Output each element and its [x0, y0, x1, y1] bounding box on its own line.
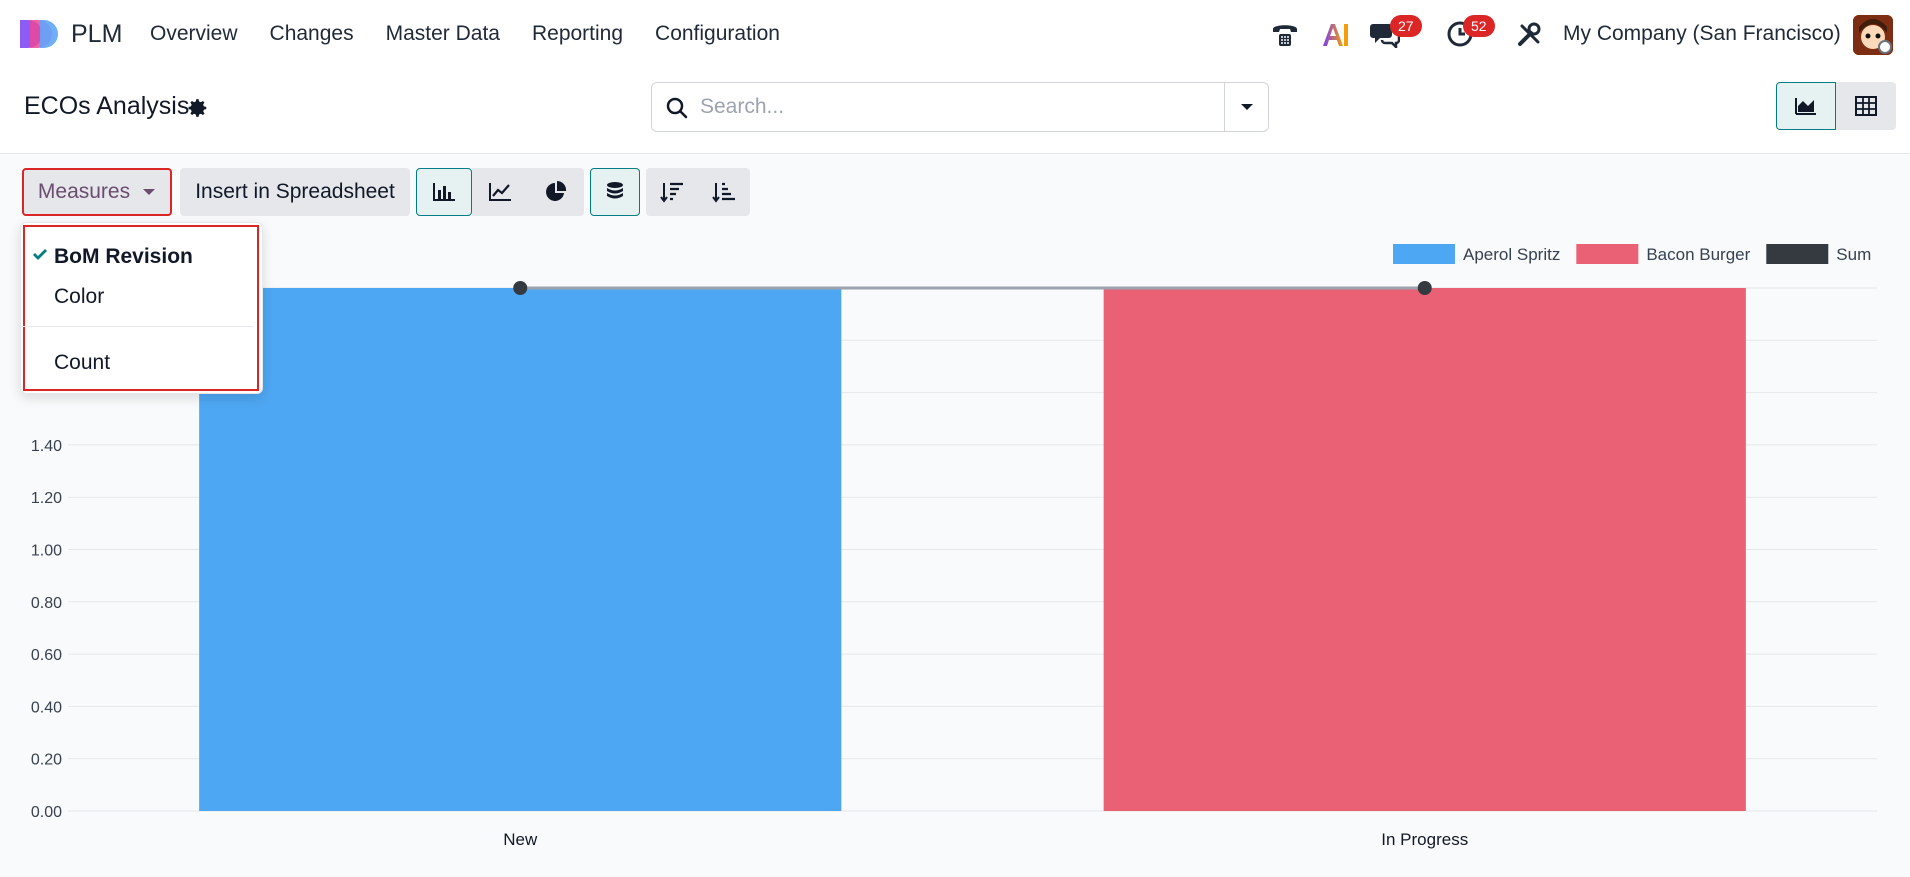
- y-tick-label: 0.80: [31, 595, 62, 612]
- ai-icon[interactable]: AI: [1321, 20, 1351, 50]
- menu-master-data[interactable]: Master Data: [386, 22, 500, 46]
- measures-button[interactable]: Measures: [22, 168, 172, 216]
- menu-changes[interactable]: Changes: [270, 22, 354, 46]
- control-panel: ECOs Analysis: [0, 70, 1910, 154]
- chart-type-group: [416, 168, 584, 216]
- page-title: ECOs Analysis: [24, 92, 190, 120]
- app-name[interactable]: PLM: [71, 20, 122, 49]
- area-chart-icon: [1795, 98, 1816, 115]
- legend-swatch: [1766, 244, 1829, 264]
- x-tick-label: New: [503, 830, 538, 849]
- y-tick-label: 1.40: [31, 438, 62, 455]
- measures-label: Measures: [37, 180, 131, 203]
- company-switcher[interactable]: My Company (San Francisco): [1563, 22, 1841, 46]
- main-menu: Overview Changes Master Data Reporting C…: [150, 22, 780, 46]
- pivot-view-button[interactable]: [1836, 82, 1896, 130]
- bar-aperol-spritz: [199, 288, 842, 811]
- line-chart-icon: [489, 183, 511, 201]
- legend-label: Sum: [1836, 245, 1871, 264]
- sort-ascending-icon: [712, 182, 735, 203]
- search-options-toggle[interactable]: [1224, 83, 1268, 131]
- menu-reporting[interactable]: Reporting: [532, 22, 623, 46]
- y-tick-label: 1.20: [31, 490, 62, 507]
- legend-label: Bacon Burger: [1646, 245, 1750, 264]
- gear-icon[interactable]: [187, 97, 209, 119]
- tools-icon[interactable]: [1516, 22, 1542, 48]
- stacked-group: [590, 168, 640, 216]
- plm-app-logo-icon[interactable]: [18, 18, 58, 50]
- messages-badge: 27: [1390, 15, 1422, 37]
- top-navbar: PLM Overview Changes Master Data Reporti…: [0, 0, 1910, 70]
- bar-chart-icon: [433, 183, 455, 201]
- line-chart-button[interactable]: [472, 168, 528, 216]
- search-input[interactable]: [700, 93, 1200, 121]
- pie-chart-icon: [546, 181, 567, 201]
- measure-bom-revision[interactable]: BoM Revision: [54, 245, 193, 269]
- insert-in-spreadsheet-button[interactable]: Insert in Spreadsheet: [180, 168, 410, 216]
- y-tick-label: 1.00: [31, 543, 62, 560]
- user-avatar-icon: [1853, 15, 1893, 55]
- caret-down-icon: [143, 189, 156, 195]
- y-tick-label: 0.40: [31, 699, 62, 716]
- sort-group: [646, 168, 750, 216]
- search-icon: [666, 97, 688, 119]
- pie-chart-button[interactable]: [528, 168, 584, 216]
- bar-chart: 0.00 0.20 0.40 0.60 0.80 1.00 1.20 1.40 New In Pr…: [31, 244, 1877, 849]
- stacked-toggle-button[interactable]: [590, 168, 640, 216]
- bar-chart-button[interactable]: [416, 168, 472, 216]
- view-switcher: [1776, 82, 1896, 130]
- search-bar: [651, 82, 1269, 132]
- point-sum: [1417, 281, 1432, 295]
- x-tick-label: In Progress: [1381, 830, 1468, 849]
- y-tick-label: 0.00: [31, 804, 62, 821]
- sort-ascending-button[interactable]: [698, 168, 750, 216]
- point-sum: [513, 281, 528, 295]
- dropdown-divider: [21, 326, 253, 327]
- y-tick-label: 0.20: [31, 752, 62, 769]
- measure-count[interactable]: Count: [54, 351, 110, 375]
- menu-overview[interactable]: Overview: [150, 22, 238, 46]
- table-grid-icon: [1855, 96, 1877, 116]
- bar-bacon-burger: [1103, 288, 1746, 811]
- activities-badge: 52: [1463, 15, 1495, 37]
- legend-swatch: [1576, 244, 1639, 264]
- sort-descending-button[interactable]: [646, 168, 698, 216]
- measure-color[interactable]: Color: [54, 285, 104, 309]
- legend-swatch: [1393, 244, 1455, 264]
- legend-label: Aperol Spritz: [1463, 245, 1560, 264]
- user-avatar[interactable]: [1853, 15, 1893, 55]
- menu-configuration[interactable]: Configuration: [655, 22, 780, 46]
- database-stack-icon: [607, 182, 623, 199]
- phone-icon[interactable]: [1270, 20, 1300, 50]
- checkmark-icon: [33, 249, 47, 260]
- graph-canvas: 0.00 0.20 0.40 0.60 0.80 1.00 1.20 1.40 New In Pr…: [0, 224, 1910, 872]
- graph-toolbar: Measures Insert in Spreadsheet: [0, 154, 1910, 224]
- measures-dropdown: BoM Revision Color Count: [20, 222, 263, 394]
- caret-down-icon: [1240, 104, 1253, 110]
- sort-descending-icon: [660, 182, 683, 203]
- y-tick-label: 0.60: [31, 647, 62, 664]
- graph-view-button[interactable]: [1776, 82, 1836, 130]
